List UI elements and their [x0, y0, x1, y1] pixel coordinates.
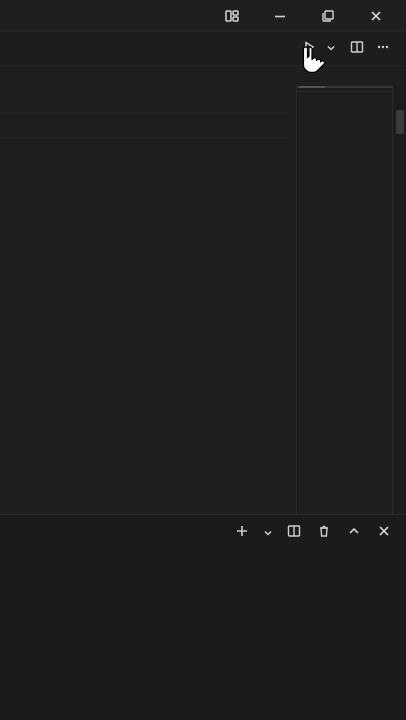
trash-icon: [316, 523, 332, 543]
kill-terminal-button[interactable]: [312, 521, 336, 545]
minimize-button[interactable]: [260, 0, 300, 32]
split-panel-icon: [286, 523, 302, 543]
split-editor-icon: [349, 39, 365, 59]
restore-button[interactable]: [308, 0, 348, 32]
plus-icon: [234, 523, 250, 543]
window-controls: [212, 0, 406, 32]
run-button[interactable]: [296, 36, 322, 62]
scrollbar-thumb[interactable]: [396, 110, 404, 134]
minimize-icon: [272, 8, 288, 24]
close-panel-button[interactable]: [372, 521, 396, 545]
vertical-scrollbar[interactable]: [392, 86, 406, 514]
minimap-viewport[interactable]: [297, 86, 393, 92]
editor-line-highlight: [0, 112, 290, 138]
chevron-down-icon: [325, 39, 337, 58]
layout-button[interactable]: [212, 0, 252, 32]
restore-icon: [320, 8, 336, 24]
terminal-profile-dropdown[interactable]: [260, 521, 276, 545]
title-bar: [0, 0, 406, 32]
chevron-down-icon: [262, 524, 274, 543]
more-actions-button[interactable]: [370, 36, 396, 62]
maximize-panel-button[interactable]: [342, 521, 366, 545]
chevron-up-icon: [346, 523, 362, 543]
split-editor-button[interactable]: [344, 36, 370, 62]
editor-area[interactable]: [0, 66, 406, 514]
panel-header: [0, 515, 406, 551]
minimap[interactable]: [296, 86, 393, 514]
close-window-button[interactable]: [356, 0, 396, 32]
bottom-panel: [0, 514, 406, 720]
more-icon: [375, 39, 391, 59]
run-options-dropdown[interactable]: [322, 36, 340, 62]
editor-toolbar: [0, 32, 406, 66]
vscode-window: [0, 0, 406, 720]
run-icon: [301, 39, 317, 59]
split-terminal-button[interactable]: [282, 521, 306, 545]
close-icon: [368, 8, 384, 24]
layout-icon: [224, 8, 240, 24]
close-panel-icon: [376, 523, 392, 543]
new-terminal-button[interactable]: [230, 521, 254, 545]
